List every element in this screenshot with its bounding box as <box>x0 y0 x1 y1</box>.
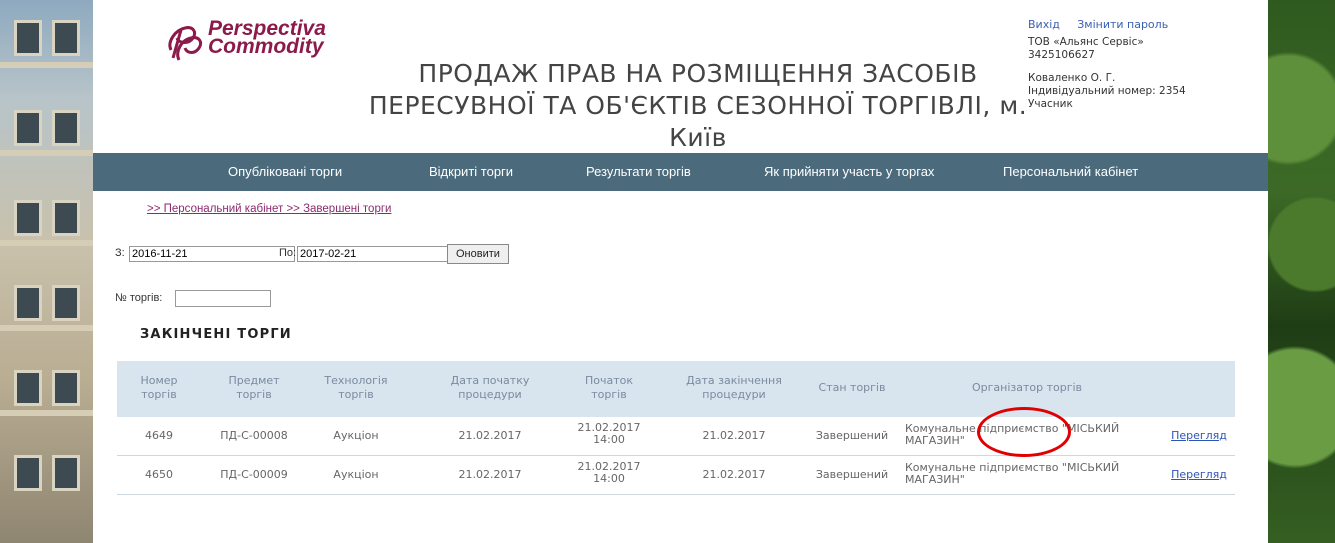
header-status: Стан торгів <box>818 381 886 394</box>
cell-technology: Аукціон <box>333 429 379 442</box>
background-foliage-right <box>1268 0 1335 543</box>
section-title: ЗАКІНЧЕНІ ТОРГИ <box>140 327 292 342</box>
header-subject: Предмет торгів <box>228 374 280 401</box>
annotation-highlight-circle <box>977 407 1071 457</box>
cell-organizer: Комунальне підприємство "МІСЬКИЙ МАГАЗИН… <box>905 461 1120 486</box>
user-name: Коваленко О. Г. <box>1028 72 1116 84</box>
cell-start-date: 21.02.2017 <box>458 468 522 481</box>
cell-status: Завершений <box>815 468 889 481</box>
header-end-date: Дата закінчення процедури <box>686 374 782 401</box>
cell-number: 4649 <box>145 429 173 442</box>
cell-status: Завершений <box>815 429 889 442</box>
nav-personal-cabinet[interactable]: Персональний кабінет <box>1003 164 1138 179</box>
table-header: Номер торгів Предмет торгів Технологія торг… <box>117 361 1235 417</box>
nav-published-auctions[interactable]: Опубліковані торги <box>228 164 342 179</box>
from-date-input[interactable] <box>129 246 295 262</box>
main-nav: Опубліковані торги Відкриті торги Резуль… <box>93 153 1268 191</box>
company-code: 3425106627 <box>1028 49 1095 61</box>
header-number: Номер торгів <box>140 374 178 401</box>
cell-number: 4650 <box>145 468 173 481</box>
page-title: ПРОДАЖ ПРАВ НА РОЗМІЩЕННЯ ЗАСОБІВ ПЕРЕСУ… <box>368 59 1028 152</box>
change-password-link[interactable]: Змінити пароль <box>1077 18 1168 31</box>
view-link[interactable]: Перегляд <box>1171 468 1227 481</box>
individual-number: Індивідуальний номер: 2354 <box>1028 85 1186 97</box>
nav-auction-results[interactable]: Результати торгів <box>586 164 691 179</box>
header-organizer: Організатор торгів <box>971 381 1083 394</box>
nav-open-auctions[interactable]: Відкриті торги <box>429 164 513 179</box>
cell-start-time: 21.02.2017 14:00 <box>577 421 641 446</box>
header-start-time: Початок торгів <box>584 374 634 401</box>
cell-action: Перегляд <box>1167 468 1231 481</box>
cell-action: Перегляд <box>1167 429 1231 442</box>
to-label: По: <box>279 247 297 259</box>
cell-subject: ПД-С-00009 <box>220 468 288 481</box>
to-date-input[interactable] <box>297 246 461 262</box>
auction-number-input[interactable] <box>175 290 271 307</box>
cell-technology: Аукціон <box>333 468 379 481</box>
logo-mark-icon <box>168 26 203 61</box>
company-name: ТОВ «Альянс Сервіс» <box>1028 36 1144 48</box>
view-link[interactable]: Перегляд <box>1171 429 1227 442</box>
logout-link[interactable]: Вихід <box>1028 18 1060 31</box>
auction-number-label: № торгів: <box>115 292 163 304</box>
user-panel: Вихід Змінити пароль ТОВ «Альянс Сервіс»… <box>1028 18 1258 111</box>
header-technology: Технологія торгів <box>324 374 388 401</box>
logo[interactable]: Perspectiva Commodity <box>163 18 333 66</box>
table-row: 4650 ПД-С-00009 Аукціон 21.02.2017 21.02… <box>117 456 1235 495</box>
breadcrumb-link[interactable]: >> Персональний кабінет >> Завершені тор… <box>147 203 391 215</box>
nav-how-to-participate[interactable]: Як прийняти участь у торгах <box>764 164 934 179</box>
cell-start-date: 21.02.2017 <box>458 429 522 442</box>
breadcrumb[interactable]: >> Персональний кабінет >> Завершені тор… <box>147 203 391 215</box>
from-label: З: <box>115 247 125 259</box>
header-start-date: Дата початку процедури <box>450 374 530 401</box>
page: Perspectiva Commodity ПРОДАЖ ПРАВ НА РОЗ… <box>93 0 1268 543</box>
logo-text-line2: Commodity <box>208 35 324 58</box>
cell-start-time: 21.02.2017 14:00 <box>577 460 641 485</box>
background-building-left <box>0 0 93 543</box>
cell-subject: ПД-С-00008 <box>220 429 288 442</box>
user-role: Учасник <box>1028 98 1073 110</box>
cell-end-date: 21.02.2017 <box>702 429 766 442</box>
refresh-button[interactable]: Оновити <box>447 244 509 264</box>
cell-end-date: 21.02.2017 <box>702 468 766 481</box>
